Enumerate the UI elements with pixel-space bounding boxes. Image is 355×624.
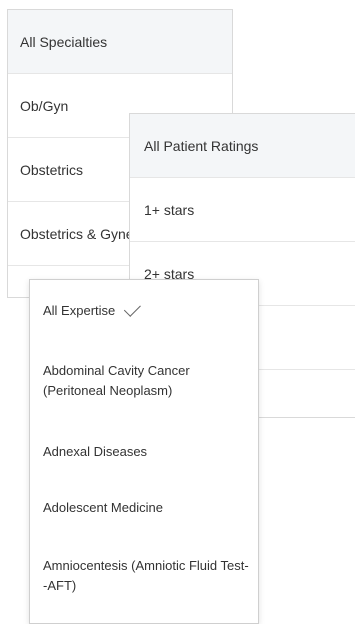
expertise-option-label: Abdominal Cavity Cancer (Peritoneal Neop… [43, 363, 190, 398]
expertise-option-label: Amniocentesis (Amniotic Fluid Test--AFT) [43, 558, 249, 593]
expertise-option-selected[interactable]: All Expertise [43, 299, 252, 321]
expertise-option[interactable]: Amniocentesis (Amniotic Fluid Test--AFT) [43, 556, 252, 596]
expertise-option[interactable]: Abdominal Cavity Cancer (Peritoneal Neop… [43, 361, 252, 401]
expertise-option[interactable]: Adnexal Diseases [43, 442, 252, 462]
specialty-option-label: Obstetrics [20, 162, 84, 178]
rating-option[interactable]: 1+ stars [130, 178, 355, 242]
expertise-option-label: Adolescent Medicine [43, 500, 163, 515]
specialty-option[interactable]: All Specialties [8, 10, 232, 74]
rating-option-label: All Patient Ratings [144, 138, 259, 154]
expertise-option-label: All Expertise [43, 303, 116, 318]
checkmark-icon [124, 299, 142, 317]
specialty-option-label: Ob/Gyn [20, 98, 69, 114]
rating-option-label: 1+ stars [144, 202, 195, 218]
expertise-option[interactable]: Adolescent Medicine [43, 498, 252, 518]
rating-option[interactable]: All Patient Ratings [130, 114, 355, 178]
expertise-dropdown: All Expertise Abdominal Cavity Cancer (P… [29, 279, 259, 624]
expertise-option-label: Adnexal Diseases [43, 444, 148, 459]
specialty-option-label: All Specialties [20, 34, 108, 50]
